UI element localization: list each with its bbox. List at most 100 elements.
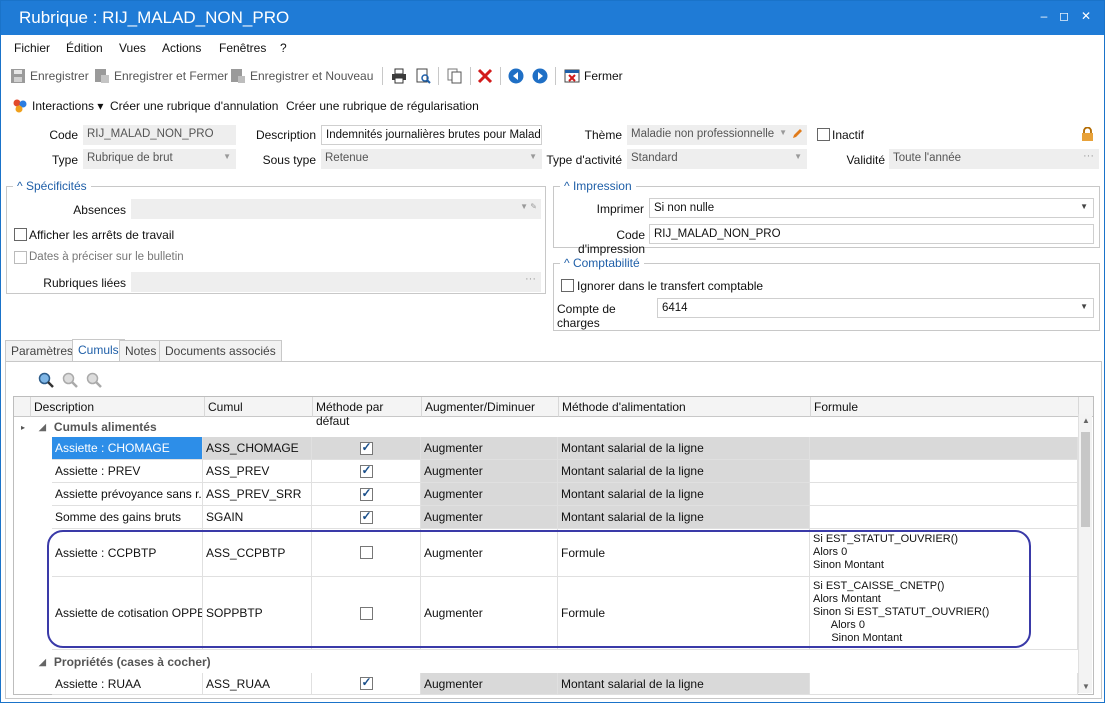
header-cumul[interactable]: Cumul	[205, 397, 313, 417]
table-row-cumul[interactable]: ASS_PREV_SRR	[203, 483, 312, 506]
table-row-description[interactable]: Assiette prévoyance sans r...	[52, 483, 203, 506]
create-annulation-button[interactable]: Créer une rubrique d'annulation	[110, 99, 278, 113]
arrets-checkbox[interactable]	[14, 228, 27, 241]
comptabilite-title[interactable]: ^ Comptabilité	[560, 256, 644, 270]
save-close-button[interactable]: Enregistrer et Fermer	[94, 66, 228, 86]
table-row-alimentation[interactable]: Montant salarial de la ligne	[558, 506, 810, 529]
minimize-button[interactable]: –	[1037, 9, 1051, 23]
table-row-augmenter[interactable]: Augmenter	[421, 483, 558, 506]
table-row-augmenter[interactable]: Augmenter	[421, 437, 558, 460]
create-regularisation-button[interactable]: Créer une rubrique de régularisation	[286, 99, 479, 113]
table-row-alimentation[interactable]: Formule	[558, 577, 810, 650]
table-row-formule[interactable]: Si EST_CAISSE_CNETP() Alors Montant Sino…	[810, 577, 1078, 650]
group-row-cumuls[interactable]: ◢ Cumuls alimentés	[19, 418, 157, 436]
validite-field[interactable]: Toute l'année ···	[889, 149, 1099, 169]
table-row-formule[interactable]	[810, 673, 1078, 695]
row-checkbox[interactable]	[359, 509, 373, 524]
table-row-cumul[interactable]: ASS_CHOMAGE	[203, 437, 312, 460]
table-row-alimentation[interactable]: Montant salarial de la ligne	[558, 483, 810, 506]
absences-field[interactable]: ▼ ✎	[131, 199, 541, 219]
fermer-button[interactable]: Fermer	[564, 66, 623, 86]
theme-field[interactable]: Maladie non professionnelle ▼	[627, 125, 807, 145]
dates-checkbox[interactable]	[14, 251, 27, 264]
save-button[interactable]: Enregistrer	[10, 66, 89, 86]
liees-field[interactable]: ···	[131, 272, 541, 292]
menu-edition[interactable]: Édition	[66, 41, 103, 55]
code-field[interactable]: RIJ_MALAD_NON_PRO	[83, 125, 236, 145]
scrollbar-thumb[interactable]	[1081, 432, 1090, 527]
table-row-description[interactable]: Somme des gains bruts	[52, 506, 203, 529]
search-remove-icon[interactable]	[86, 372, 102, 388]
table-row-description[interactable]: Assiette : CCPBTP	[52, 529, 203, 577]
table-row-alimentation[interactable]: Montant salarial de la ligne	[558, 673, 810, 695]
table-row-augmenter[interactable]: Augmenter	[421, 673, 558, 695]
table-row-augmenter[interactable]: Augmenter	[421, 529, 558, 577]
search-icon[interactable]	[38, 372, 54, 388]
search-add-icon[interactable]	[62, 372, 78, 388]
previous-icon[interactable]	[508, 68, 524, 84]
table-row-methode[interactable]	[312, 483, 421, 506]
grid-vertical-scrollbar[interactable]: ▲ ▼	[1078, 414, 1092, 693]
table-row-alimentation[interactable]: Montant salarial de la ligne	[558, 437, 810, 460]
header-methode-defaut[interactable]: Méthode par défaut	[313, 397, 422, 428]
code-impression-field[interactable]: RIJ_MALAD_NON_PRO	[649, 224, 1094, 244]
table-row-augmenter[interactable]: Augmenter	[421, 460, 558, 483]
table-row-formule[interactable]	[810, 460, 1078, 483]
soustype-field[interactable]: Retenue ▼	[321, 149, 542, 169]
next-icon[interactable]	[532, 68, 548, 84]
ellipsis-icon[interactable]: ···	[1083, 150, 1094, 162]
scroll-up-icon[interactable]: ▲	[1082, 416, 1090, 425]
table-row-cumul[interactable]: ASS_CCPBTP	[203, 529, 312, 577]
table-row-formule[interactable]	[810, 483, 1078, 506]
menu-vues[interactable]: Vues	[119, 41, 146, 55]
row-checkbox[interactable]	[359, 440, 373, 455]
specificites-title[interactable]: ^ Spécificités	[13, 179, 91, 193]
table-row-methode[interactable]	[312, 506, 421, 529]
delete-icon[interactable]	[477, 68, 493, 84]
save-new-button[interactable]: Enregistrer et Nouveau	[230, 66, 373, 86]
table-row-description[interactable]: Assiette de cotisation OPPBTP	[52, 577, 203, 650]
table-row-cumul[interactable]: ASS_RUAA	[203, 673, 312, 695]
table-row-alimentation[interactable]: Formule	[558, 529, 810, 577]
tab-notes[interactable]: Notes	[119, 340, 163, 361]
table-row-description[interactable]: Assiette : RUAA	[52, 673, 203, 695]
edit-pencil-icon[interactable]	[791, 128, 803, 140]
table-row-formule[interactable]	[810, 437, 1078, 460]
table-row-augmenter[interactable]: Augmenter	[421, 506, 558, 529]
row-checkbox[interactable]	[359, 546, 373, 559]
table-row-formule[interactable]	[810, 506, 1078, 529]
compte-select[interactable]: 6414 ▼	[657, 298, 1094, 318]
header-augmenter[interactable]: Augmenter/Diminuer	[422, 397, 559, 417]
table-row-methode[interactable]	[312, 673, 421, 695]
table-row-methode[interactable]	[312, 437, 421, 460]
table-row-augmenter[interactable]: Augmenter	[421, 577, 558, 650]
copy-icon[interactable]	[447, 68, 463, 84]
ignorer-checkbox[interactable]	[561, 279, 574, 292]
group-row-proprietes[interactable]: ◢ Propriétés (cases à cocher)	[19, 653, 211, 671]
table-row-cumul[interactable]: SGAIN	[203, 506, 312, 529]
table-row-cumul[interactable]: SOPPBTP	[203, 577, 312, 650]
inactif-checkbox[interactable]	[817, 128, 830, 141]
row-checkbox[interactable]	[359, 463, 373, 478]
tab-parametres[interactable]: Paramètres	[5, 340, 80, 361]
table-row-formule[interactable]: Si EST_STATUT_OUVRIER() Alors 0 Sinon Mo…	[810, 529, 1078, 577]
menu-help[interactable]: ?	[280, 41, 287, 55]
row-checkbox[interactable]	[359, 606, 373, 620]
table-row-description[interactable]: Assiette : PREV	[52, 460, 203, 483]
tab-documents[interactable]: Documents associés	[159, 340, 282, 361]
table-row-alimentation[interactable]: Montant salarial de la ligne	[558, 460, 810, 483]
tab-cumuls[interactable]: Cumuls	[72, 339, 125, 361]
row-checkbox[interactable]	[359, 486, 373, 501]
imprimer-select[interactable]: Si non nulle ▼	[649, 198, 1094, 218]
header-formule[interactable]: Formule	[811, 397, 1079, 417]
scroll-down-icon[interactable]: ▼	[1082, 682, 1090, 691]
print-preview-icon[interactable]	[415, 68, 431, 84]
interactions-menu[interactable]: Interactions ▾	[32, 99, 103, 113]
ellipsis-icon[interactable]: ···	[525, 273, 536, 285]
maximize-button[interactable]: ◻	[1057, 9, 1071, 23]
menu-fenetres[interactable]: Fenêtres	[219, 41, 266, 55]
type-field[interactable]: Rubrique de brut ▼	[83, 149, 236, 169]
row-checkbox[interactable]	[359, 675, 373, 690]
menu-fichier[interactable]: Fichier	[14, 41, 50, 55]
print-icon[interactable]	[391, 68, 407, 84]
